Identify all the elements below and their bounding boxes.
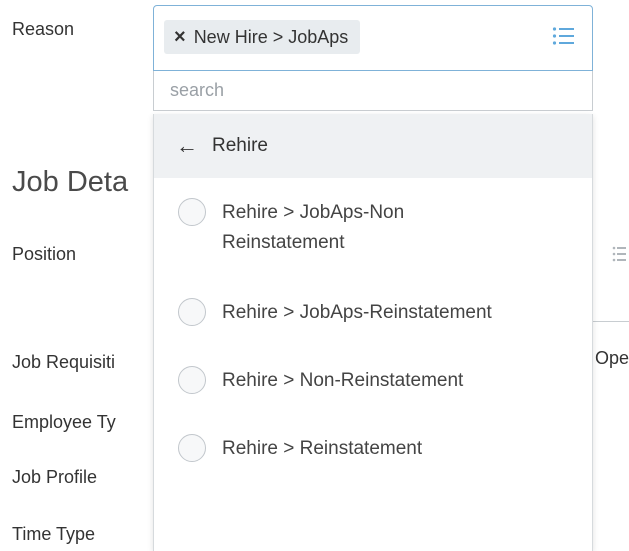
search-input[interactable] bbox=[154, 71, 592, 110]
reason-field[interactable]: × New Hire > JobAps bbox=[153, 5, 593, 71]
list-item[interactable]: Rehire > JobAps-Reinstatement bbox=[178, 298, 588, 328]
selected-reason-pill: × New Hire > JobAps bbox=[164, 20, 361, 54]
option-label: Rehire > Reinstatement bbox=[222, 438, 423, 459]
reason-dropdown: ← Rehire Rehire > JobAps-Non Reinstateme… bbox=[153, 114, 593, 551]
job-requisition-label: Job Requisiti bbox=[12, 352, 116, 372]
section-title-job-details: Job Deta bbox=[12, 166, 129, 198]
dropdown-header-title: Rehire bbox=[212, 135, 268, 156]
radio-button[interactable] bbox=[178, 298, 206, 326]
list-item[interactable]: Rehire > Non-Reinstatement bbox=[178, 366, 588, 396]
radio-button[interactable] bbox=[178, 434, 206, 462]
position-input-edge[interactable] bbox=[593, 226, 629, 322]
radio-button[interactable] bbox=[178, 198, 206, 226]
job-requisition-value: Ope bbox=[595, 348, 629, 368]
position-label: Position bbox=[12, 244, 77, 264]
remove-selection-icon[interactable]: × bbox=[174, 27, 186, 47]
employee-type-label: Employee Ty bbox=[12, 412, 116, 432]
selected-reason-text: New Hire > JobAps bbox=[193, 26, 349, 47]
option-label: Rehire > Non-Reinstatement bbox=[222, 370, 464, 391]
radio-button[interactable] bbox=[178, 366, 206, 394]
list-icon[interactable] bbox=[612, 244, 626, 264]
list-item[interactable]: Rehire > Reinstatement bbox=[178, 434, 588, 464]
arrow-left-icon[interactable]: ← bbox=[176, 133, 198, 159]
list-icon[interactable] bbox=[552, 26, 574, 46]
list-item[interactable]: Rehire > JobAps-Non Reinstatement bbox=[178, 198, 588, 258]
time-type-label: Time Type bbox=[12, 524, 96, 544]
option-label: Rehire > JobAps-Reinstatement bbox=[222, 302, 492, 323]
dropdown-back-header[interactable]: ← Rehire bbox=[154, 114, 592, 178]
search-box bbox=[153, 71, 593, 111]
job-profile-label: Job Profile bbox=[12, 467, 98, 487]
reason-label: Reason bbox=[12, 19, 75, 39]
option-label: Rehire > JobAps-Non Reinstatement bbox=[222, 202, 405, 253]
